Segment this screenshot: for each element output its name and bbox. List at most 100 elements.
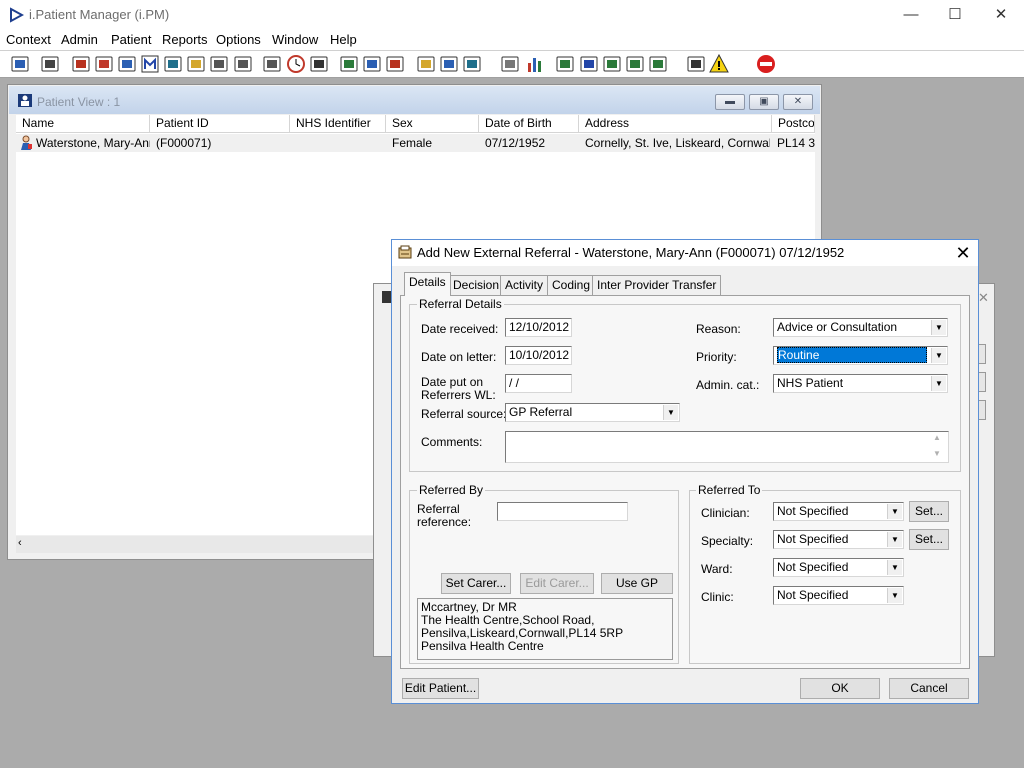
referral-source-select[interactable]: GP Referral ▼ [505,403,680,422]
dialog-close-button[interactable]: ✕ [952,242,974,264]
clinic-select[interactable]: Not Specified ▼ [773,586,904,605]
column-header-address[interactable]: Address [579,115,772,133]
pv-minimize-button[interactable]: ▬ [715,94,745,110]
column-header-postcode[interactable]: Postcode [772,115,815,133]
priority-select[interactable]: Routine ▼ [773,346,948,365]
cancel-button[interactable]: Cancel [889,678,969,699]
clinic-value: Not Specified [777,588,849,602]
menu-context[interactable]: Context [6,32,51,47]
horizontal-scrollbar[interactable]: ‹ [16,536,416,553]
ok-button[interactable]: OK [800,678,880,699]
menu-window[interactable]: Window [272,32,318,47]
chevron-down-icon[interactable]: ▼ [663,405,678,420]
house-icon[interactable] [93,53,115,75]
globe-icon[interactable] [554,53,576,75]
bed-icon[interactable] [438,53,460,75]
set-carer-button[interactable]: Set Carer... [441,573,511,594]
edit-patient-button[interactable]: Edit Patient... [402,678,479,699]
page-icon[interactable] [499,53,521,75]
tab-activity[interactable]: Activity [500,275,549,295]
search-doc-icon[interactable] [261,53,283,75]
camera-icon[interactable] [232,53,254,75]
background-button[interactable] [978,344,986,364]
pv-restore-button[interactable]: ▣ [749,94,779,110]
column-header-name[interactable]: Name [16,115,150,133]
date-put-on-wl-field[interactable]: / / [505,374,572,393]
exit-icon[interactable] [755,53,777,75]
table-row[interactable]: Waterstone, Mary-Ann (F000071) Female 07… [16,134,815,152]
reason-select[interactable]: Advice or Consultation ▼ [773,318,948,337]
close-app-button[interactable]: ✕ [978,4,1024,26]
tab-decision[interactable]: Decision [448,275,505,295]
comments-field[interactable] [505,431,949,463]
column-header-sex[interactable]: Sex [386,115,479,133]
menu-admin[interactable]: Admin [61,32,98,47]
column-header-dob[interactable]: Date of Birth [479,115,579,133]
priority-label: Priority: [696,350,737,364]
referral-icon [398,245,412,259]
ward-select[interactable]: Not Specified ▼ [773,558,904,577]
chevron-down-icon[interactable]: ▼ [931,376,946,391]
person-icon[interactable] [162,53,184,75]
picture-icon[interactable] [338,53,360,75]
app-title: i.Patient Manager (i.PM) [29,7,170,22]
chevron-down-icon[interactable]: ▼ [887,504,902,519]
image-icon[interactable] [361,53,383,75]
menu-reports[interactable]: Reports [162,32,208,47]
note-icon[interactable] [415,53,437,75]
clinician-value: Not Specified [777,504,849,518]
camera-icon[interactable] [208,53,230,75]
set-clinician-button[interactable]: Set... [909,501,949,522]
use-gp-button[interactable]: Use GP [601,573,673,594]
edit-carer-button[interactable]: Edit Carer... [520,573,594,594]
mail-icon[interactable] [578,53,600,75]
chevron-down-icon[interactable]: ▼ [887,532,902,547]
background-button[interactable] [978,372,986,392]
admin-cat-select[interactable]: NHS Patient ▼ [773,374,948,393]
menu-help[interactable]: Help [330,32,357,47]
date-on-letter-field[interactable]: 10/10/2012 [505,346,572,365]
clinician-select[interactable]: Not Specified ▼ [773,502,904,521]
cell-address: Cornelly, St. Ive, Liskeard, Cornwall [585,136,770,150]
scroll-down-icon[interactable]: ▼ [933,449,941,458]
column-header-patient-id[interactable]: Patient ID [150,115,290,133]
specialty-select[interactable]: Not Specified ▼ [773,530,904,549]
printer-icon[interactable] [39,53,61,75]
book-icon[interactable] [70,53,92,75]
mail-go-icon[interactable] [624,53,646,75]
column-header-nhs-identifier[interactable]: NHS Identifier [290,115,386,133]
user-icon[interactable] [9,53,31,75]
ward-value: Not Specified [777,560,849,574]
minimize-button[interactable]: — [888,4,934,26]
scroll-up-icon[interactable]: ▲ [933,433,941,442]
menu-options[interactable]: Options [216,32,261,47]
target-icon[interactable] [384,53,406,75]
clock-icon[interactable] [285,53,307,75]
chart-icon[interactable] [524,53,546,75]
form-icon[interactable] [185,53,207,75]
tab-coding[interactable]: Coding [547,275,596,295]
chevron-down-icon[interactable]: ▼ [887,560,902,575]
tab-details[interactable]: Details [404,272,451,296]
scroll-left-icon[interactable]: ‹ [18,537,22,549]
letter-m-icon[interactable] [139,53,161,75]
mail-back-icon[interactable] [647,53,669,75]
window-icon[interactable] [308,53,330,75]
tab-inter-provider-transfer[interactable]: Inter Provider Transfer [592,275,722,295]
chevron-down-icon[interactable]: ▼ [887,588,902,603]
date-received-field[interactable]: 12/10/2012 [505,318,572,337]
mail-check-icon[interactable] [601,53,623,75]
set-specialty-button[interactable]: Set... [909,529,949,550]
background-close-icon[interactable]: ✕ [978,290,989,306]
pv-close-button[interactable]: ✕ [783,94,813,110]
chevron-down-icon[interactable]: ▼ [931,348,946,363]
menu-patient[interactable]: Patient [111,32,151,47]
chevron-down-icon[interactable]: ▼ [931,320,946,335]
referral-reference-field[interactable] [497,502,628,521]
maximize-button[interactable]: ☐ [932,4,978,26]
ambulance-icon[interactable] [461,53,483,75]
warning-icon[interactable] [708,53,730,75]
background-button[interactable] [978,400,986,420]
swap-icon[interactable] [685,53,707,75]
list-icon[interactable] [116,53,138,75]
